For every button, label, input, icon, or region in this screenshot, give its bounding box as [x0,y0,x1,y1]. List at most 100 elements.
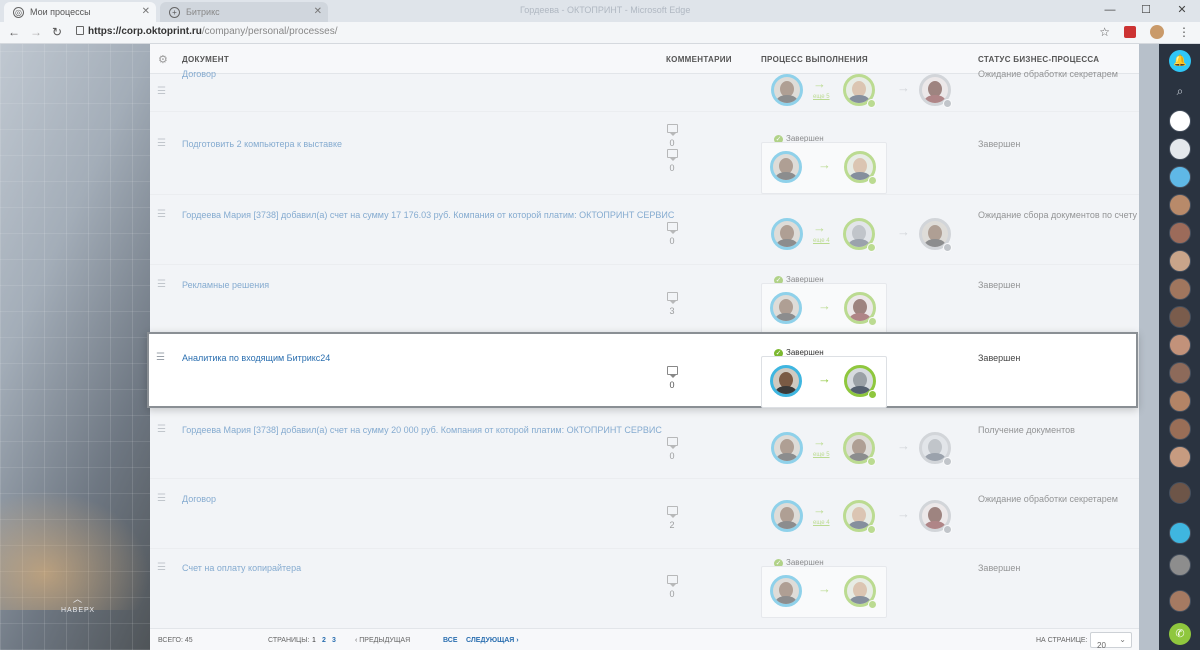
table-row[interactable]: ☰ Подготовить 2 компьютера к выставке 0 … [150,126,1139,195]
drag-handle-icon[interactable]: ☰ [156,352,166,363]
avatar[interactable] [770,151,802,183]
avatar[interactable] [771,218,803,250]
per-page-select[interactable]: 20 ⌄ [1090,632,1132,650]
menu-kebab-icon[interactable]: ⋮ [1178,25,1190,39]
chat-avatar[interactable] [1169,334,1191,356]
bp-status: Завершен [978,563,1021,573]
avatar[interactable] [771,500,803,532]
minimize-icon[interactable]: — [1092,0,1128,22]
background-strip [1139,44,1159,650]
chat-avatar-open-line[interactable] [1169,110,1191,132]
chat-avatar[interactable] [1169,446,1191,468]
document-link[interactable]: Гордеева Мария [3738] добавил(а) счет на… [182,425,662,435]
document-link[interactable]: Договор [182,494,216,504]
all-pages-button[interactable]: ВСЕ [443,637,458,644]
reload-icon[interactable]: ↻ [52,25,62,39]
document-link[interactable]: Подготовить 2 компьютера к выставке [182,139,342,149]
drag-handle-icon[interactable]: ☰ [157,138,167,149]
tab-close-icon[interactable]: ✕ [314,6,322,17]
comments-cell[interactable]: 0 [665,222,679,246]
drag-handle-icon[interactable]: ☰ [157,209,167,220]
window-title: Гордеева - ОКТОПРИНТ - Microsoft Edge [520,5,691,15]
back-icon[interactable]: ← [8,25,20,39]
avatar[interactable] [770,292,802,324]
chat-avatar[interactable] [1169,278,1191,300]
page-2[interactable]: 2 [322,637,326,644]
table-row[interactable]: ☰ Рекламные решения 3 ✓ Завершен → Заверш… [150,266,1139,335]
browser-tab-bar: ◎ Мои процессы ✕ + Битрикс ✕ Гордеева - … [0,0,1200,22]
bp-status: Ожидание обработки секретарем [978,494,1118,504]
drag-handle-icon[interactable]: ☰ [157,562,167,573]
bookmark-star-icon[interactable]: ☆ [1099,25,1110,39]
chat-avatar[interactable] [1169,482,1191,504]
more-steps-link[interactable]: еще 5 [813,452,830,458]
page-3[interactable]: 3 [332,637,336,644]
more-steps-link[interactable]: еще 4 [813,520,830,526]
comments-cell[interactable]: 0 [665,575,679,599]
more-steps-link[interactable]: еще 4 [813,238,830,244]
scroll-top-button[interactable]: ︿ НАВЕРХ [48,592,108,614]
chat-avatar[interactable] [1169,418,1191,440]
table-row[interactable]: ☰ Договор 0 → еще 5 → Ожидание обработки… [150,43,1139,148]
drag-handle-icon[interactable]: ☰ [157,493,167,504]
drag-handle-icon[interactable]: ☰ [157,86,167,97]
tab-close-icon[interactable]: ✕ [142,6,150,17]
comments-cell[interactable]: 0 [665,437,679,461]
browser-tab-inactive[interactable]: + Битрикс ✕ [160,2,328,22]
prev-page-button[interactable]: ‹ ПРЕДЫДУЩАЯ [355,637,410,644]
page-1[interactable]: 1 [312,637,316,644]
search-icon[interactable]: ⌕ [1169,80,1191,102]
document-link[interactable]: Гордеева Мария [3738] добавил(а) счет на… [182,210,674,220]
comments-cell[interactable]: 2 [665,506,679,530]
total-count: ВСЕГО: 45 [158,637,193,644]
comment-count: 0 [669,589,675,599]
document-link[interactable]: Счет на оплату копирайтера [182,563,301,573]
browser-tab-active[interactable]: ◎ Мои процессы ✕ [4,2,156,22]
avatar[interactable] [770,575,802,607]
chat-avatar[interactable] [1169,138,1191,160]
comments-cell[interactable]: 0 [665,149,679,173]
extension-icon[interactable] [1124,26,1136,38]
arrow-right-icon: → [813,502,826,517]
table-row-highlighted[interactable]: ☰ Аналитика по входящим Битрикс24 0 ✓ Зав… [147,332,1138,408]
more-steps-link[interactable]: еще 5 [813,94,830,100]
check-badge-icon [868,600,877,609]
document-link[interactable]: Аналитика по входящим Битрикс24 [182,353,330,363]
chat-avatar[interactable] [1169,306,1191,328]
arrow-right-icon: → [818,298,831,313]
comments-cell[interactable]: 3 [665,292,679,316]
chat-avatar[interactable] [1169,194,1191,216]
maximize-icon[interactable]: ☐ [1128,0,1164,22]
chat-avatar[interactable] [1169,522,1191,544]
chat-avatar[interactable] [1169,166,1191,188]
arrow-right-icon: → [818,371,831,386]
avatar[interactable] [771,74,803,106]
table-row[interactable]: ☰ Гордеева Мария [3738] добавил(а) счет … [150,196,1139,265]
url-field[interactable]: https://corp.oktoprint.ru/company/person… [76,26,338,37]
arrow-right-icon: → [813,220,826,235]
phone-icon[interactable]: ✆ [1169,623,1191,645]
table-row[interactable]: ☰ Договор 2 → еще 4 → Ожидание обработки… [150,480,1139,549]
forward-icon[interactable]: → [30,25,42,39]
close-window-icon[interactable]: ✕ [1164,0,1200,22]
scroll-top-label: НАВЕРХ [60,607,96,614]
chat-avatar[interactable] [1169,250,1191,272]
comments-cell[interactable]: 0 [665,366,679,390]
avatar[interactable] [770,365,802,397]
notifications-bell-icon[interactable]: 🔔 [1169,50,1191,72]
drag-handle-icon[interactable]: ☰ [157,424,167,435]
drag-handle-icon[interactable]: ☰ [157,279,167,290]
document-link[interactable]: Договор [182,69,216,79]
table-row[interactable]: ☰ Счет на оплату копирайтера 0 ✓ Завершен… [150,550,1139,628]
next-page-button[interactable]: СЛЕДУЮЩАЯ › [466,637,519,644]
avatar[interactable] [771,432,803,464]
chat-avatar[interactable] [1169,362,1191,384]
chat-avatar[interactable] [1169,554,1191,576]
chat-avatar[interactable] [1169,222,1191,244]
profile-avatar[interactable] [1150,25,1164,39]
document-link[interactable]: Рекламные решения [182,280,269,290]
table-row[interactable]: ☰ Гордеева Мария [3738] добавил(а) счет … [150,410,1139,479]
bp-status: Завершен [978,139,1021,149]
chat-avatar[interactable] [1169,390,1191,412]
chat-avatar[interactable] [1169,590,1191,612]
